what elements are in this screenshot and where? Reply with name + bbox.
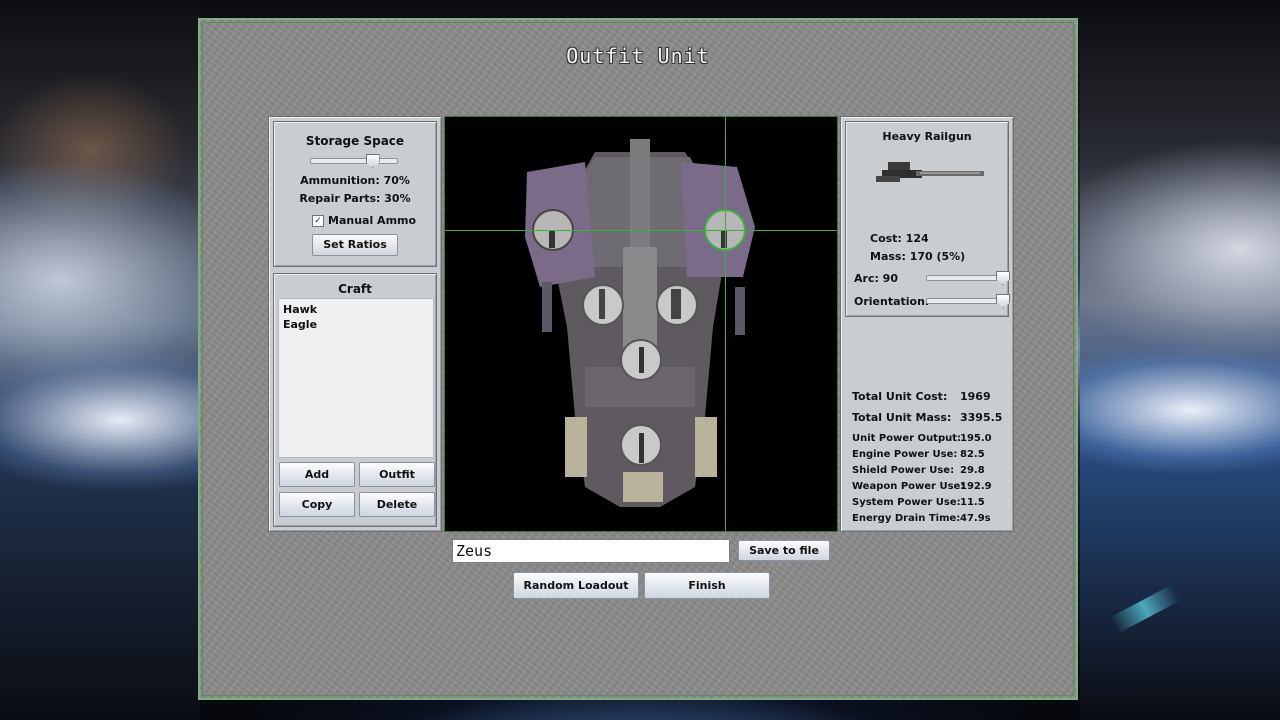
total-mass-label: Total Unit Mass: bbox=[852, 411, 952, 424]
weapon-cost: Cost: 124 bbox=[870, 232, 929, 245]
crosshair-horizontal bbox=[445, 230, 837, 231]
slider-track bbox=[926, 275, 1002, 281]
total-cost-value: 1969 bbox=[960, 390, 991, 403]
power-stat-label: Shield Power Use: bbox=[852, 465, 955, 476]
weapon-mass: Mass: 170 (5%) bbox=[870, 250, 966, 263]
slider-thumb[interactable] bbox=[365, 154, 380, 168]
ammunition-ratio: Ammunition: 70% bbox=[300, 174, 410, 187]
manual-ammo-checkbox[interactable]: ✓ bbox=[312, 215, 324, 227]
power-stat-label: Energy Drain Time: bbox=[852, 513, 961, 524]
add-button[interactable]: Add bbox=[279, 462, 355, 487]
ship-schematic bbox=[525, 139, 755, 507]
power-stat-label: Unit Power Output: bbox=[852, 433, 962, 444]
arc-slider[interactable] bbox=[926, 271, 1010, 285]
manual-ammo-label: Manual Ammo bbox=[328, 214, 417, 227]
outfit-button[interactable]: Outfit bbox=[359, 462, 435, 487]
heavy-railgun-icon bbox=[876, 162, 984, 182]
outfit-unit-window: Outfit Unit Storage Space Ammunition: 70… bbox=[198, 18, 1078, 700]
storage-space-box: Storage Space Ammunition: 70% Repair Par… bbox=[273, 121, 437, 267]
power-stat-value: 29.8 bbox=[960, 465, 985, 476]
background-earth-right bbox=[1080, 0, 1280, 720]
total-cost-label: Total Unit Cost: bbox=[852, 390, 948, 403]
weapon-info-box: Heavy Railgun Cost: 124 Mass: 170 (5%) A… bbox=[845, 121, 1010, 317]
power-stat-value: 192.9 bbox=[960, 481, 992, 492]
set-ratios-button[interactable]: Set Ratios bbox=[312, 234, 398, 256]
slider-track bbox=[310, 158, 398, 164]
power-stat-value: 195.0 bbox=[960, 433, 992, 444]
crosshair-vertical bbox=[725, 117, 726, 531]
repair-parts-ratio: Repair Parts: 30% bbox=[299, 192, 411, 205]
power-stat-label: System Power Use: bbox=[852, 497, 961, 508]
copy-button[interactable]: Copy bbox=[279, 492, 355, 517]
slider-track bbox=[926, 298, 1002, 304]
power-stat-label: Engine Power Use: bbox=[852, 449, 958, 460]
lens-flare bbox=[1109, 584, 1181, 634]
random-loadout-button[interactable]: Random Loadout bbox=[513, 572, 639, 599]
power-stat-label: Weapon Power Use: bbox=[852, 481, 965, 492]
power-stat-value: 82.5 bbox=[960, 449, 985, 460]
total-mass-value: 3395.5 bbox=[960, 411, 1003, 424]
save-to-file-button[interactable]: Save to file bbox=[738, 540, 830, 561]
power-stat-value: 47.9s bbox=[960, 513, 991, 524]
slider-thumb[interactable] bbox=[996, 294, 1010, 308]
orientation-slider[interactable] bbox=[926, 294, 1010, 308]
storage-ratio-slider[interactable] bbox=[310, 154, 398, 168]
unit-name-input[interactable] bbox=[452, 539, 730, 563]
craft-title: Craft bbox=[338, 282, 372, 296]
craft-box: Craft Hawk Eagle Add Outfit Copy Delete bbox=[273, 273, 437, 527]
weapon-name: Heavy Railgun bbox=[882, 130, 972, 143]
window-title: Outfit Unit bbox=[566, 44, 710, 68]
orientation-label: Orientation: bbox=[854, 295, 930, 308]
craft-list-item[interactable]: Hawk bbox=[279, 302, 433, 317]
background-earth-left bbox=[0, 0, 200, 720]
ship-viewport[interactable] bbox=[444, 116, 838, 532]
slider-thumb[interactable] bbox=[996, 271, 1010, 285]
craft-list-item[interactable]: Eagle bbox=[279, 317, 433, 332]
delete-button[interactable]: Delete bbox=[359, 492, 435, 517]
arc-label: Arc: 90 bbox=[854, 272, 898, 285]
finish-button[interactable]: Finish bbox=[644, 572, 770, 599]
power-stat-value: 11.5 bbox=[960, 497, 985, 508]
storage-space-title: Storage Space bbox=[305, 134, 405, 148]
weapon-panel: Heavy Railgun Cost: 124 Mass: 170 (5%) A… bbox=[840, 116, 1014, 532]
storage-panel: Storage Space Ammunition: 70% Repair Par… bbox=[268, 116, 442, 532]
craft-list[interactable]: Hawk Eagle bbox=[278, 298, 434, 458]
